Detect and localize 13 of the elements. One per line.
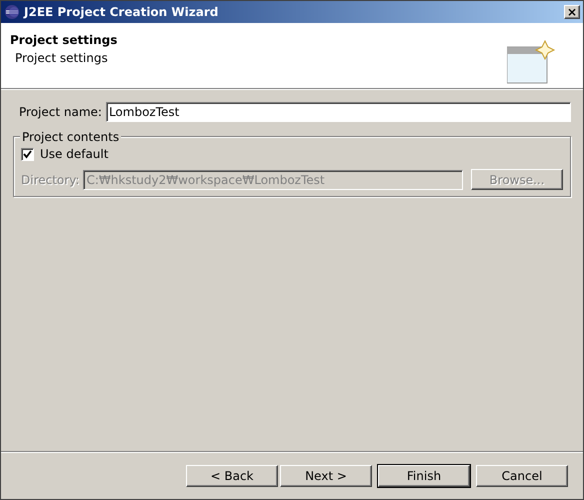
directory-label: Directory: bbox=[21, 172, 80, 188]
window-title: J2EE Project Creation Wizard bbox=[24, 4, 220, 21]
project-name-label: Project name: bbox=[18, 104, 102, 121]
wizard-button[interactable]: Finish bbox=[378, 465, 470, 487]
wizard-button[interactable]: < Back bbox=[186, 465, 278, 487]
header-description: Project settings bbox=[14, 50, 109, 67]
use-default-label: Use default bbox=[40, 146, 108, 163]
header-title: Project settings bbox=[10, 32, 118, 49]
use-default-checkbox[interactable] bbox=[21, 148, 34, 160]
wizard-button[interactable]: Cancel bbox=[476, 465, 568, 487]
close-button[interactable]: × bbox=[564, 5, 580, 19]
project-name-field[interactable]: LombozTest bbox=[106, 102, 571, 122]
wizard-button[interactable]: Next > bbox=[280, 465, 372, 487]
